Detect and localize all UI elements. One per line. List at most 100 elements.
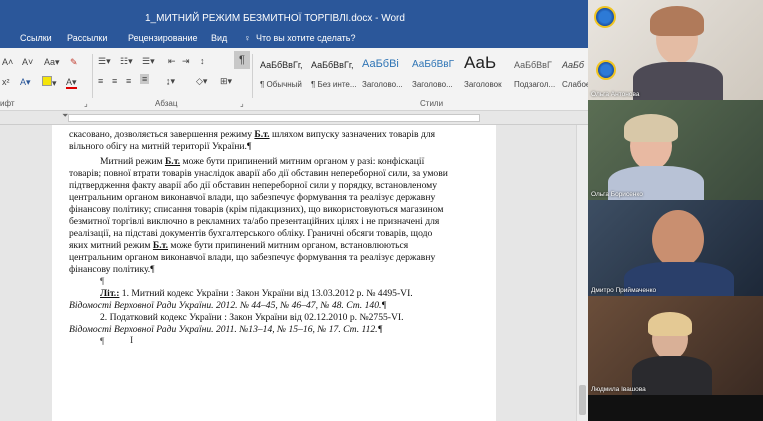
participant-name: Ольга Антонова bbox=[591, 91, 640, 98]
doc-line: безмитної торгівлі виключно в рекламних … bbox=[69, 216, 440, 227]
document-page[interactable]: скасовано, дозволяється завершення режим… bbox=[52, 125, 496, 421]
font-dialog-launcher-icon[interactable]: ⌟ bbox=[84, 99, 88, 108]
pilcrow: ¶ bbox=[100, 276, 105, 287]
style-sample: АаБбВвГг, bbox=[260, 60, 303, 70]
title-bar: 1_МИТНИЙ РЕЖИМ БЕЗМИТНОЇ ТОРГІВЛІ.docx -… bbox=[0, 0, 588, 30]
doc-line: фінансову політику; списання товарів (кр… bbox=[69, 204, 444, 215]
screen: 1_МИТНИЙ РЕЖИМ БЕЗМИТНОЇ ТОРГІВЛІ.docx -… bbox=[0, 0, 763, 421]
horizontal-ruler[interactable]: ⏷ bbox=[0, 111, 588, 125]
change-case-button[interactable]: Aa▾ bbox=[44, 57, 60, 68]
style-name: Заголовок bbox=[464, 80, 502, 89]
style-normal[interactable]: АаБбВвГг, ¶ Обычный bbox=[258, 52, 312, 94]
participant-face bbox=[652, 210, 704, 268]
doc-line: Літ.: 1. Митний кодекс України : Закон У… bbox=[100, 288, 413, 299]
style-sample: АаБбВвГ bbox=[514, 60, 552, 70]
emblem-icon bbox=[594, 6, 616, 28]
clear-format-icon[interactable]: ✎ bbox=[70, 57, 78, 68]
style-sample: АаБбВвГг, bbox=[311, 60, 354, 70]
style-sample: АаБбВвГ bbox=[412, 59, 455, 70]
align-center-icon[interactable]: ≡ bbox=[112, 76, 117, 86]
doc-line: підтвердження факту аварії або дії обста… bbox=[69, 180, 438, 191]
ribbon-tabs: Ссылки Рассылки Рецензирование Вид ♀ Что… bbox=[0, 30, 588, 48]
participant-body bbox=[633, 62, 723, 100]
align-left-icon[interactable]: ≡ bbox=[98, 76, 103, 86]
align-right-icon[interactable]: ≡ bbox=[126, 76, 131, 86]
style-heading-2[interactable]: АаБбВвГ Заголово... bbox=[410, 52, 464, 94]
bullets-icon[interactable]: ☰▾ bbox=[98, 56, 111, 67]
shrink-font-button[interactable]: A˅ bbox=[22, 57, 33, 67]
doc-line: центральним органом виконавчої влади, що… bbox=[69, 252, 436, 263]
scroll-thumb[interactable] bbox=[579, 385, 586, 415]
document-title: 1_МИТНИЙ РЕЖИМ БЕЗМИТНОЇ ТОРГІВЛІ.docx -… bbox=[145, 13, 405, 24]
doc-line: товарів; повної втрати товарів унаслідок… bbox=[69, 168, 448, 179]
doc-line: скасовано, дозволяється завершення режим… bbox=[69, 129, 436, 140]
line-spacing-icon[interactable]: ↨▾ bbox=[166, 76, 175, 87]
font-color-icon[interactable]: A▾ bbox=[66, 77, 77, 89]
doc-line: реалізації, на підставі документів бухга… bbox=[69, 228, 433, 239]
participant-tile[interactable]: Ольга Антонова bbox=[588, 0, 763, 100]
tab-view[interactable]: Вид bbox=[211, 33, 227, 43]
doc-line: Митний режим Б.т. може бути припинений м… bbox=[100, 156, 425, 167]
style-sample: АаБб bbox=[562, 60, 584, 70]
word-window: 1_МИТНИЙ РЕЖИМ БЕЗМИТНОЇ ТОРГІВЛІ.docx -… bbox=[0, 0, 588, 421]
style-sample: АаЬ bbox=[464, 53, 497, 72]
grow-font-button[interactable]: A˄ bbox=[2, 57, 13, 67]
divider bbox=[92, 54, 93, 98]
highlight-icon[interactable]: ▾ bbox=[42, 76, 57, 89]
style-name: Заголово... bbox=[412, 80, 453, 89]
tab-mailings[interactable]: Рассылки bbox=[67, 33, 107, 43]
style-name: ¶ Без инте... bbox=[311, 80, 357, 89]
participant-tile[interactable]: Ольга Борисенко bbox=[588, 100, 763, 200]
font-group-label: ифт bbox=[0, 99, 15, 108]
doc-line: центральним органом виконавчої влади, що… bbox=[69, 192, 436, 203]
participant-name: Ольга Борисенко bbox=[591, 191, 643, 198]
style-title[interactable]: АаЬ Заголовок bbox=[462, 52, 516, 94]
participant-hair bbox=[648, 312, 692, 336]
indent-marker-icon[interactable]: ⏷ bbox=[62, 111, 68, 121]
emblem-icon bbox=[596, 60, 616, 80]
style-heading-1[interactable]: АаБбВі Заголово... bbox=[360, 52, 414, 94]
text-effects-icon[interactable]: A▾ bbox=[20, 77, 31, 88]
text-cursor-icon: I bbox=[130, 335, 134, 346]
sort-icon[interactable]: ↕ bbox=[200, 56, 205, 66]
lightbulb-icon: ♀ bbox=[244, 33, 251, 43]
participants-panel: Ольга Антонова Ольга Борисенко Дмитро Пр… bbox=[588, 0, 763, 421]
style-name: ¶ Обычный bbox=[260, 80, 302, 89]
doc-line: вільного обігу на митній території Украї… bbox=[69, 141, 252, 152]
doc-line: фінансову політику.¶ bbox=[69, 264, 155, 275]
increase-indent-icon[interactable]: ⇥ bbox=[182, 56, 190, 67]
decrease-indent-icon[interactable]: ⇤ bbox=[168, 56, 176, 67]
ribbon: A˄ A˅ Aa▾ ✎ x² A▾ ▾ A▾ ифт ⌟ ☰▾ ☷▾ ☰▾ ⇤ … bbox=[0, 48, 588, 111]
borders-icon[interactable]: ⊞▾ bbox=[220, 76, 232, 87]
participant-tile[interactable]: Людмила Івашова bbox=[588, 296, 763, 395]
shading-icon[interactable]: ◇▾ bbox=[196, 76, 207, 87]
doc-line: 2. Податковий кодекс України : Закон Укр… bbox=[100, 312, 404, 323]
style-name: Подзагол... bbox=[514, 80, 556, 89]
doc-line: яких митний режим Б.т. може бути припине… bbox=[69, 240, 409, 251]
vertical-scrollbar[interactable] bbox=[576, 125, 588, 421]
multilevel-list-icon[interactable]: ☰▾ bbox=[142, 56, 155, 67]
participant-hair bbox=[650, 6, 704, 36]
document-area[interactable]: скасовано, дозволяється завершення режим… bbox=[0, 125, 588, 421]
doc-line: Відомості Верховної Ради України. 2012. … bbox=[69, 300, 387, 311]
tab-references[interactable]: Ссылки bbox=[20, 33, 52, 43]
paragraph-group-label: Абзац bbox=[155, 99, 178, 108]
superscript-button[interactable]: x² bbox=[2, 77, 10, 87]
style-sample: АаБбВі bbox=[362, 58, 399, 70]
participant-tile[interactable]: Дмитро Приймаченко bbox=[588, 200, 763, 296]
justify-icon[interactable]: ≡ bbox=[140, 74, 150, 84]
divider bbox=[252, 54, 253, 98]
styles-group-label: Стили bbox=[420, 99, 444, 108]
style-no-spacing[interactable]: АаБбВвГг, ¶ Без инте... bbox=[309, 52, 363, 94]
style-subtle-emphasis[interactable]: АаБб Слабое bbox=[560, 52, 588, 94]
doc-line: Відомості Верховної Ради України. 2011. … bbox=[69, 324, 383, 335]
paragraph-dialog-launcher-icon[interactable]: ⌟ bbox=[240, 99, 244, 108]
participant-name: Дмитро Приймаченко bbox=[591, 287, 657, 294]
ruler-track[interactable] bbox=[68, 114, 480, 122]
tell-me-search[interactable]: Что вы хотите сделать? bbox=[256, 33, 356, 43]
style-subtitle[interactable]: АаБбВвГ Подзагол... bbox=[512, 52, 566, 94]
show-formatting-button[interactable]: ¶ bbox=[234, 51, 250, 69]
tab-review[interactable]: Рецензирование bbox=[128, 33, 198, 43]
participant-name: Людмила Івашова bbox=[591, 386, 646, 393]
numbering-icon[interactable]: ☷▾ bbox=[120, 56, 133, 67]
